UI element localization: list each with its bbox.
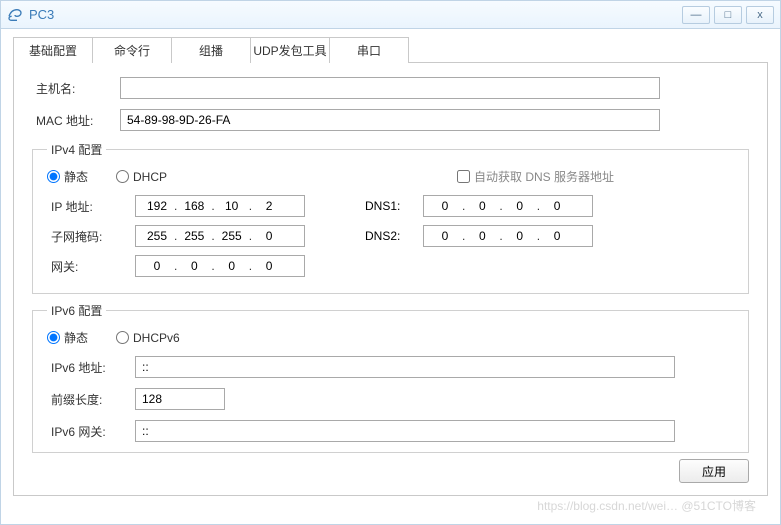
tab-label: 命令行	[114, 42, 150, 59]
content-area: 基础配置 命令行 组播 UDP发包工具 串口 主机名: MAC 地址: IPv4…	[1, 29, 780, 524]
gateway-input[interactable]: . . .	[135, 255, 305, 277]
ip-octet[interactable]	[254, 199, 284, 213]
ip-octet[interactable]	[430, 199, 460, 213]
ip-octet[interactable]	[254, 229, 284, 243]
ipv6-prefix-label: 前缀长度:	[47, 391, 135, 408]
ipv6-gw-input[interactable]	[135, 420, 675, 442]
ipv6-addr-label: IPv6 地址:	[47, 359, 135, 376]
minimize-button[interactable]: —	[682, 6, 710, 24]
dns1-input[interactable]: . . .	[423, 195, 593, 217]
tab-bar: 基础配置 命令行 组播 UDP发包工具 串口	[13, 37, 768, 63]
radio-label: 静态	[64, 329, 88, 346]
ip-octet[interactable]	[217, 259, 247, 273]
mac-label: MAC 地址:	[32, 112, 120, 129]
ipv4-group: IPv4 配置 静态 DHCP 自动获取 DNS 服务器地址	[32, 141, 749, 294]
gateway-label: 网关:	[47, 258, 135, 275]
radio-input[interactable]	[116, 170, 129, 183]
tab-cli[interactable]: 命令行	[92, 37, 172, 63]
mac-input[interactable]	[120, 109, 660, 131]
mask-label: 子网掩码:	[47, 228, 135, 245]
apply-button[interactable]: 应用	[679, 459, 749, 483]
tab-basic[interactable]: 基础配置	[13, 37, 93, 63]
ip-octet[interactable]	[467, 199, 497, 213]
tab-body: 主机名: MAC 地址: IPv4 配置 静态 DHCP	[13, 63, 768, 496]
tab-multicast[interactable]: 组播	[171, 37, 251, 63]
ipv4-static-radio[interactable]: 静态	[47, 168, 88, 185]
auto-dns-checkbox[interactable]: 自动获取 DNS 服务器地址	[457, 168, 614, 185]
maximize-button[interactable]: □	[714, 6, 742, 24]
dns2-input[interactable]: . . .	[423, 225, 593, 247]
ip-octet[interactable]	[254, 259, 284, 273]
mask-input[interactable]: . . .	[135, 225, 305, 247]
tab-udp[interactable]: UDP发包工具	[250, 37, 330, 63]
ipv6-dhcpv6-radio[interactable]: DHCPv6	[116, 331, 180, 345]
radio-input[interactable]	[47, 331, 60, 344]
ip-octet[interactable]	[179, 199, 209, 213]
radio-label: 静态	[64, 168, 88, 185]
ip-octet[interactable]	[142, 229, 172, 243]
tab-label: 串口	[357, 42, 381, 59]
hostname-label: 主机名:	[32, 80, 120, 97]
radio-label: DHCP	[133, 170, 167, 184]
ipv4-legend: IPv4 配置	[47, 141, 106, 158]
ip-octet[interactable]	[505, 229, 535, 243]
watermark: https://blog.csdn.net/wei… @51CTO博客	[537, 497, 756, 514]
ip-octet[interactable]	[430, 229, 460, 243]
checkbox-input[interactable]	[457, 170, 470, 183]
radio-label: DHCPv6	[133, 331, 180, 345]
titlebar: PC3 — □ x	[1, 1, 780, 29]
radio-input[interactable]	[116, 331, 129, 344]
ip-input[interactable]: . . .	[135, 195, 305, 217]
ip-octet[interactable]	[142, 199, 172, 213]
window: PC3 — □ x 基础配置 命令行 组播 UDP发包工具 串口 主机名: MA…	[0, 0, 781, 525]
ipv6-static-radio[interactable]: 静态	[47, 329, 88, 346]
ipv6-addr-input[interactable]	[135, 356, 675, 378]
ip-octet[interactable]	[505, 199, 535, 213]
ip-octet[interactable]	[142, 259, 172, 273]
tab-serial[interactable]: 串口	[329, 37, 409, 63]
ip-octet[interactable]	[217, 229, 247, 243]
ip-octet[interactable]	[179, 229, 209, 243]
hostname-input[interactable]	[120, 77, 660, 99]
tab-label: UDP发包工具	[253, 42, 326, 59]
checkbox-label: 自动获取 DNS 服务器地址	[474, 168, 614, 185]
ip-octet[interactable]	[542, 199, 572, 213]
ipv6-gw-label: IPv6 网关:	[47, 423, 135, 440]
tab-label: 组播	[199, 42, 223, 59]
ip-label: IP 地址:	[47, 198, 135, 215]
ipv4-dhcp-radio[interactable]: DHCP	[116, 170, 167, 184]
ip-octet[interactable]	[179, 259, 209, 273]
ip-octet[interactable]	[217, 199, 247, 213]
footer: 应用	[32, 453, 749, 483]
ip-octet[interactable]	[467, 229, 497, 243]
app-icon	[7, 7, 23, 23]
close-button[interactable]: x	[746, 6, 774, 24]
dns1-label: DNS1:	[365, 199, 423, 213]
tab-label: 基础配置	[29, 42, 77, 59]
dns2-label: DNS2:	[365, 229, 423, 243]
ipv6-prefix-input[interactable]	[135, 388, 225, 410]
ipv6-group: IPv6 配置 静态 DHCPv6 IPv6 地址: 前缀长	[32, 302, 749, 453]
radio-input[interactable]	[47, 170, 60, 183]
window-title: PC3	[29, 7, 54, 22]
ip-octet[interactable]	[542, 229, 572, 243]
ipv6-legend: IPv6 配置	[47, 302, 106, 319]
